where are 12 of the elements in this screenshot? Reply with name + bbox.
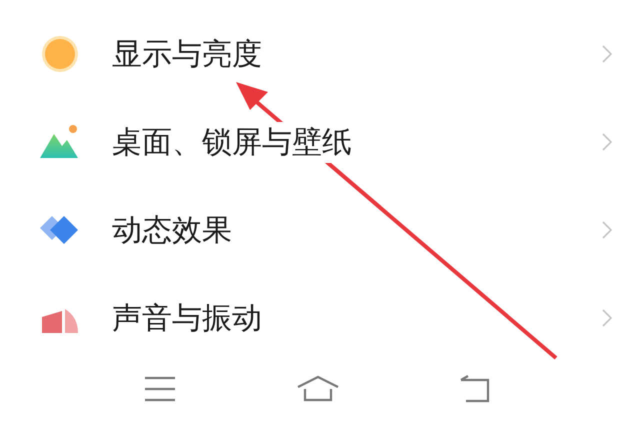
menu-icon[interactable] (144, 376, 176, 402)
chevron-icon (602, 309, 612, 327)
settings-item[interactable]: 声音与振动 (0, 274, 640, 362)
chevron-icon (602, 221, 612, 239)
home-icon[interactable] (296, 374, 340, 402)
settings-item[interactable]: 桌面、锁屏与壁纸 (0, 98, 640, 186)
settings-item[interactable]: 显示与亮度 (0, 10, 640, 98)
item-label: 桌面、锁屏与壁纸 (110, 122, 354, 162)
chevron-icon (602, 45, 612, 63)
chevron-icon (602, 133, 612, 151)
back-icon[interactable] (460, 374, 492, 404)
settings-item[interactable]: 动态效果 (0, 186, 640, 274)
